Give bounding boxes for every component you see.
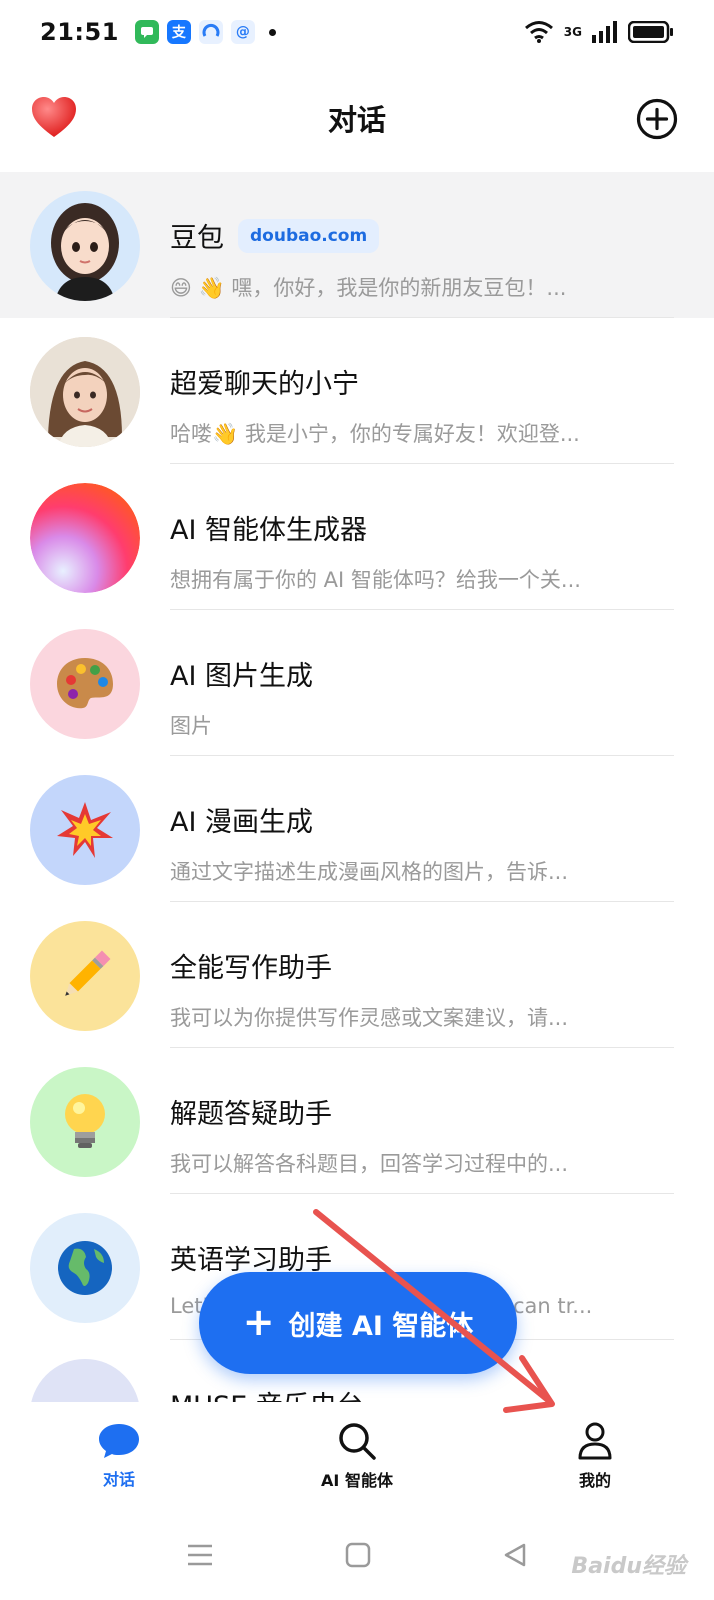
- conversation-preview: 哈喽👋 我是小宁，你的专属好友！欢迎登...: [170, 422, 580, 446]
- conversation-title-row: 解题答疑助手: [170, 1092, 332, 1131]
- conversation-title: 豆包: [170, 223, 224, 254]
- woman-avatar-icon: [30, 337, 140, 447]
- search-icon: [339, 1423, 376, 1460]
- conversation-item-agent-generator[interactable]: AI 智能体生成器 想拥有属于你的 AI 智能体吗？给我一个关...: [0, 464, 714, 610]
- alipay-app-icon: 支: [166, 20, 191, 44]
- conversation-preview: 😄 👋 嘿，你好，我是你的新朋友豆包！...: [170, 276, 567, 300]
- agent-generator-avatar: [30, 483, 140, 593]
- conversation-body: 豆包 doubao.com 😄 👋 嘿，你好，我是你的新朋友豆包！...: [170, 172, 674, 318]
- nav-item-agents[interactable]: AI 智能体: [238, 1402, 476, 1510]
- message-app-icon: [134, 20, 159, 44]
- conversation-preview: 想拥有属于你的 AI 智能体吗？给我一个关...: [170, 568, 581, 592]
- status-app-icons: 支 @: [134, 20, 276, 44]
- conversation-body: 超爱聊天的小宁 哈喽👋 我是小宁，你的专属好友！欢迎登...: [170, 318, 674, 464]
- home-icon[interactable]: [345, 1542, 371, 1568]
- conversation-body: AI 漫画生成 通过文字描述生成漫画风格的图片，告诉...: [170, 756, 674, 902]
- conversation-title-row: 超爱聊天的小宁: [170, 362, 359, 401]
- pencil-icon: [65, 950, 111, 996]
- create-agent-button[interactable]: + 创建 AI 智能体: [199, 1272, 517, 1374]
- nav-label: 我的: [578, 1471, 611, 1490]
- conversation-body: 全能写作助手 我可以为你提供写作灵感或文案建议，请...: [170, 902, 674, 1048]
- add-icon[interactable]: [636, 98, 678, 140]
- light-bulb-icon: [65, 1094, 105, 1148]
- battery-icon: [628, 21, 673, 43]
- globe-icon: [58, 1241, 112, 1295]
- conversation-title-row: AI 图片生成: [170, 654, 313, 693]
- create-agent-label: 创建 AI 智能体: [288, 1310, 474, 1342]
- conversation-title: 超爱聊天的小宁: [170, 369, 359, 400]
- nav-item-chat[interactable]: 对话: [0, 1402, 238, 1510]
- xiaoning-avatar: [30, 337, 140, 447]
- conversation-title-row: MUSE 音乐电台: [170, 1384, 364, 1402]
- domain-badge: doubao.com: [238, 218, 380, 253]
- at-app-icon: @: [230, 20, 255, 44]
- explosion-icon: [57, 802, 113, 858]
- conversation-preview: 通过文字描述生成漫画风格的图片，告诉...: [170, 860, 569, 884]
- conversation-title: AI 图片生成: [170, 661, 314, 692]
- comic-gen-avatar: [30, 775, 140, 885]
- signal-icon: [592, 21, 617, 43]
- girl-avatar-icon: [51, 203, 119, 301]
- status-bar: 21:51 支 @ 3G: [0, 0, 714, 64]
- conversation-item-comic-gen[interactable]: AI 漫画生成 通过文字描述生成漫画风格的图片，告诉...: [0, 756, 714, 902]
- conversation-title: 解题答疑助手: [170, 1099, 332, 1130]
- watermark-text: Baidu经验: [571, 1554, 686, 1579]
- conversation-preview: 我可以为你提供写作灵感或文案建议，请...: [170, 1006, 569, 1030]
- conversation-title: AI 智能体生成器: [170, 515, 368, 546]
- wifi-icon: [524, 21, 553, 43]
- conversation-title-row: 全能写作助手: [170, 946, 332, 985]
- conversation-title-row: AI 漫画生成: [170, 800, 313, 839]
- muse-avatar: [30, 1359, 140, 1402]
- english-avatar: [30, 1213, 140, 1323]
- conversation-title-row: AI 智能体生成器: [170, 508, 367, 547]
- doubao-avatar: [30, 191, 140, 301]
- conversation-item-homework[interactable]: 解题答疑助手 我可以解答各科题目，回答学习过程中的...: [0, 1048, 714, 1194]
- header: 对话: [0, 64, 714, 172]
- chat-bubble-icon: [99, 1424, 139, 1458]
- plus-icon: +: [242, 1299, 275, 1344]
- conversation-preview: 图片: [170, 714, 212, 738]
- conversation-list[interactable]: 豆包 doubao.com 😄 👋 嘿，你好，我是你的新朋友豆包！... 超爱聊…: [0, 172, 714, 1402]
- conversation-preview: 我可以解答各科题目，回答学习过程中的...: [170, 1152, 569, 1176]
- nav-label: 对话: [102, 1470, 135, 1489]
- conversation-title: AI 漫画生成: [170, 807, 314, 838]
- notification-dot: [268, 28, 276, 36]
- conversation-item-image-gen[interactable]: AI 图片生成 图片: [0, 610, 714, 756]
- homework-avatar: [30, 1067, 140, 1177]
- conversation-item-writing[interactable]: 全能写作助手 我可以为你提供写作灵感或文案建议，请...: [0, 902, 714, 1048]
- writing-avatar: [30, 921, 140, 1031]
- gradient-orb-icon: [30, 483, 140, 593]
- bottom-nav: 对话 AI 智能体 我的: [0, 1402, 714, 1510]
- network-type: 3G: [563, 25, 582, 39]
- user-icon: [578, 1422, 612, 1460]
- conversation-body: AI 图片生成 图片: [170, 610, 674, 756]
- conversation-body: 解题答疑助手 我可以解答各科题目，回答学习过程中的...: [170, 1048, 674, 1194]
- back-icon[interactable]: [502, 1542, 528, 1568]
- menu-icon[interactable]: [186, 1543, 214, 1567]
- palette-icon: [57, 658, 113, 709]
- conversation-item-doubao[interactable]: 豆包 doubao.com 😄 👋 嘿，你好，我是你的新朋友豆包！...: [0, 172, 714, 318]
- conversation-item-xiaoning[interactable]: 超爱聊天的小宁 哈喽👋 我是小宁，你的专属好友！欢迎登...: [0, 318, 714, 464]
- browser-app-icon: [198, 20, 223, 44]
- nav-label: AI 智能体: [321, 1471, 393, 1490]
- page-title: 对话: [327, 103, 386, 137]
- conversation-body: AI 智能体生成器 想拥有属于你的 AI 智能体吗？给我一个关...: [170, 464, 674, 610]
- status-time: 21:51: [40, 18, 119, 46]
- conversation-title-row: 豆包 doubao.com: [170, 216, 380, 255]
- conversation-title: 全能写作助手: [170, 953, 332, 984]
- image-gen-avatar: [30, 629, 140, 739]
- conversation-title: MUSE 音乐电台: [170, 1384, 364, 1402]
- status-right: 3G: [524, 20, 674, 44]
- heart-icon[interactable]: [30, 94, 78, 142]
- nav-item-me[interactable]: 我的: [476, 1402, 714, 1510]
